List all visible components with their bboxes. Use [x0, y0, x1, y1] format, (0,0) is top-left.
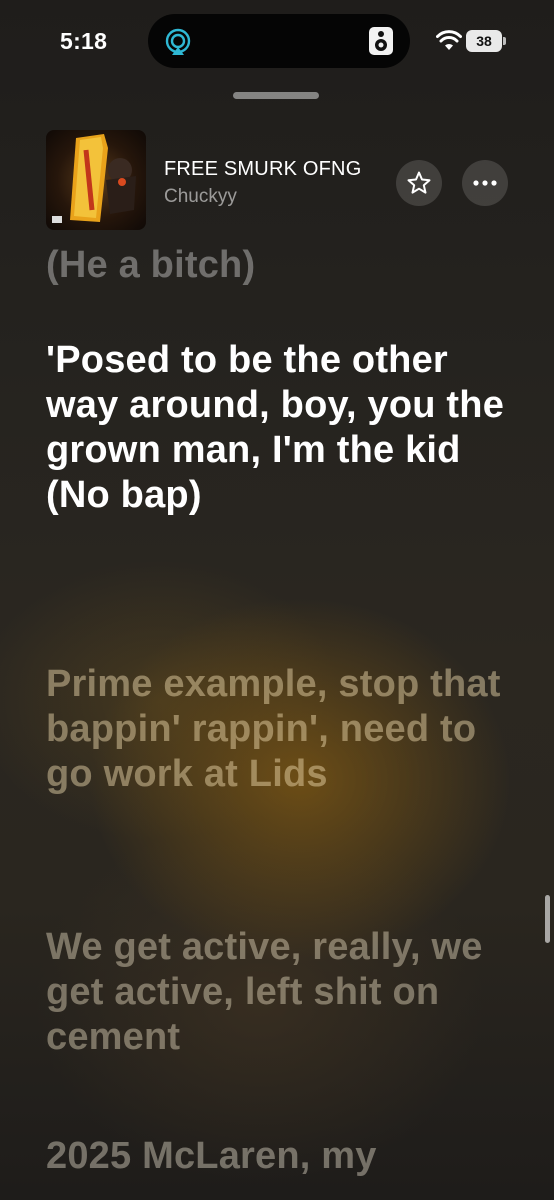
lyric-line-previous[interactable]: (He a bitch): [46, 243, 506, 288]
more-icon: [473, 180, 497, 186]
song-title[interactable]: FREE SMURK OFNG: [164, 158, 361, 181]
album-artwork-image: [52, 134, 136, 223]
airplay-audio-icon[interactable]: [164, 28, 192, 56]
wifi-icon: [436, 30, 462, 50]
favorite-button[interactable]: [396, 160, 442, 206]
star-icon: [407, 171, 431, 194]
more-options-button[interactable]: [462, 160, 508, 206]
lyric-line-current[interactable]: 'Posed to be the other way around, boy, …: [46, 338, 506, 518]
battery-icon: 38: [466, 30, 502, 52]
lyric-line-upcoming[interactable]: We get active, really, we get active, le…: [46, 925, 506, 1060]
battery-nub: [503, 37, 506, 45]
album-artwork[interactable]: [46, 130, 146, 230]
status-time: 5:18: [60, 28, 108, 54]
sheet-grabber[interactable]: [233, 92, 319, 99]
artist-name[interactable]: Chuckyy: [164, 186, 237, 208]
lyric-line-upcoming[interactable]: Prime example, stop that bappin' rappin'…: [46, 662, 506, 797]
status-bar: 5:18 38: [0, 0, 554, 86]
speaker-icon[interactable]: [368, 26, 394, 56]
lyric-line-upcoming[interactable]: 2025 McLaren, my: [46, 1134, 506, 1179]
scroll-indicator[interactable]: [545, 895, 550, 943]
